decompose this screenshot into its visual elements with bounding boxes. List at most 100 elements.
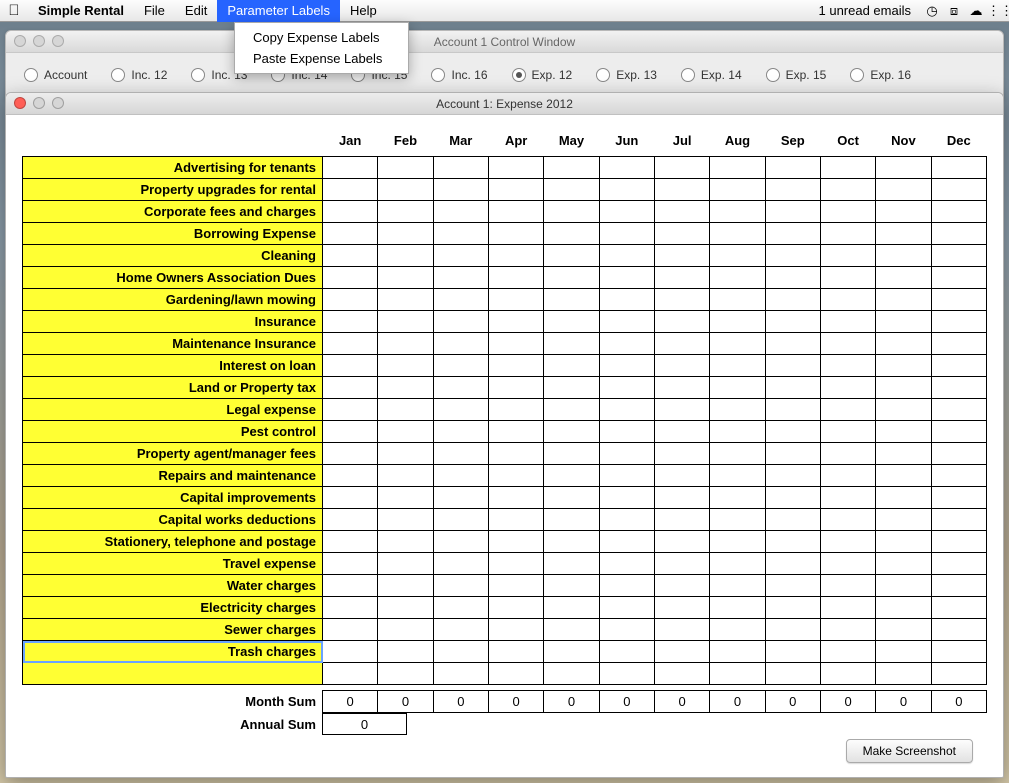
expense-cell[interactable]	[820, 377, 875, 399]
expense-cell[interactable]	[323, 399, 378, 421]
expense-cell[interactable]	[710, 531, 765, 553]
expense-cell[interactable]	[931, 377, 986, 399]
expense-cell[interactable]	[876, 179, 931, 201]
expense-cell[interactable]	[488, 267, 543, 289]
expense-cell[interactable]	[488, 223, 543, 245]
expense-cell[interactable]	[820, 465, 875, 487]
expense-cell[interactable]	[488, 531, 543, 553]
expense-cell[interactable]	[544, 465, 599, 487]
expense-cell[interactable]	[820, 311, 875, 333]
expense-cell[interactable]	[710, 223, 765, 245]
expense-cell[interactable]	[323, 267, 378, 289]
expense-cell[interactable]	[654, 179, 709, 201]
expense-cell[interactable]	[931, 553, 986, 575]
expense-cell[interactable]	[876, 333, 931, 355]
expense-cell[interactable]	[931, 641, 986, 663]
row-label[interactable]: Property upgrades for rental	[23, 179, 323, 201]
expense-cell[interactable]	[599, 399, 654, 421]
dropbox-icon[interactable]: ⧈	[943, 3, 965, 19]
expense-cell[interactable]	[323, 619, 378, 641]
expense-cell[interactable]	[488, 333, 543, 355]
expense-cell[interactable]	[765, 531, 820, 553]
expense-cell[interactable]	[710, 641, 765, 663]
expense-cell[interactable]	[433, 333, 488, 355]
expense-cell[interactable]	[765, 641, 820, 663]
expense-cell[interactable]	[876, 465, 931, 487]
expense-cell[interactable]	[599, 465, 654, 487]
expense-cell[interactable]	[488, 245, 543, 267]
expense-cell[interactable]	[323, 333, 378, 355]
make-screenshot-button[interactable]: Make Screenshot	[846, 739, 973, 763]
expense-cell[interactable]	[599, 421, 654, 443]
expense-cell[interactable]	[544, 663, 599, 685]
row-label[interactable]: Travel expense	[23, 553, 323, 575]
expense-cell[interactable]	[931, 223, 986, 245]
expense-cell[interactable]	[544, 399, 599, 421]
expense-cell[interactable]	[323, 443, 378, 465]
month-sum-cell[interactable]: 0	[765, 691, 820, 713]
radio-exp-15[interactable]: Exp. 15	[756, 68, 837, 82]
expense-cell[interactable]	[765, 245, 820, 267]
expense-cell[interactable]	[433, 311, 488, 333]
expense-cell[interactable]	[378, 267, 433, 289]
expense-cell[interactable]	[876, 553, 931, 575]
expense-cell[interactable]	[433, 663, 488, 685]
expense-cell[interactable]	[323, 487, 378, 509]
expense-cell[interactable]	[378, 619, 433, 641]
expense-cell[interactable]	[378, 421, 433, 443]
expense-cell[interactable]	[544, 421, 599, 443]
expense-cell[interactable]	[599, 663, 654, 685]
expense-cell[interactable]	[378, 201, 433, 223]
expense-cell[interactable]	[544, 619, 599, 641]
expense-cell[interactable]	[599, 267, 654, 289]
minimize-button[interactable]	[33, 97, 45, 109]
close-button[interactable]	[14, 35, 26, 47]
expense-cell[interactable]	[876, 377, 931, 399]
expense-cell[interactable]	[654, 553, 709, 575]
expense-cell[interactable]	[765, 333, 820, 355]
row-label[interactable]: Maintenance Insurance	[23, 333, 323, 355]
expense-cell[interactable]	[599, 553, 654, 575]
expense-cell[interactable]	[488, 201, 543, 223]
expense-cell[interactable]	[599, 245, 654, 267]
month-sum-cell[interactable]: 0	[488, 691, 543, 713]
clock-icon[interactable]: ◷	[921, 3, 943, 19]
expense-cell[interactable]	[876, 267, 931, 289]
expense-cell[interactable]	[876, 201, 931, 223]
menu-file[interactable]: File	[134, 0, 175, 22]
expense-cell[interactable]	[765, 311, 820, 333]
expense-cell[interactable]	[488, 641, 543, 663]
expense-window-titlebar[interactable]: Account 1: Expense 2012	[6, 93, 1003, 115]
expense-cell[interactable]	[876, 245, 931, 267]
expense-cell[interactable]	[323, 553, 378, 575]
expense-cell[interactable]	[544, 575, 599, 597]
expense-cell[interactable]	[654, 531, 709, 553]
expense-cell[interactable]	[433, 223, 488, 245]
expense-cell[interactable]	[654, 421, 709, 443]
expense-cell[interactable]	[710, 421, 765, 443]
expense-cell[interactable]	[710, 245, 765, 267]
expense-cell[interactable]	[931, 399, 986, 421]
expense-cell[interactable]	[378, 333, 433, 355]
expense-cell[interactable]	[433, 157, 488, 179]
menu-edit[interactable]: Edit	[175, 0, 217, 22]
expense-cell[interactable]	[323, 531, 378, 553]
menu-help[interactable]: Help	[340, 0, 387, 22]
expense-cell[interactable]	[765, 223, 820, 245]
expense-cell[interactable]	[433, 267, 488, 289]
row-label[interactable]: Interest on loan	[23, 355, 323, 377]
expense-cell[interactable]	[544, 333, 599, 355]
expense-cell[interactable]	[433, 575, 488, 597]
expense-cell[interactable]	[544, 245, 599, 267]
expense-cell[interactable]	[378, 355, 433, 377]
expense-cell[interactable]	[433, 509, 488, 531]
expense-cell[interactable]	[433, 355, 488, 377]
expense-cell[interactable]	[820, 179, 875, 201]
expense-cell[interactable]	[599, 333, 654, 355]
expense-cell[interactable]	[433, 245, 488, 267]
month-sum-cell[interactable]: 0	[654, 691, 709, 713]
month-sum-cell[interactable]: 0	[820, 691, 875, 713]
expense-cell[interactable]	[323, 289, 378, 311]
expense-cell[interactable]	[378, 245, 433, 267]
expense-cell[interactable]	[544, 201, 599, 223]
